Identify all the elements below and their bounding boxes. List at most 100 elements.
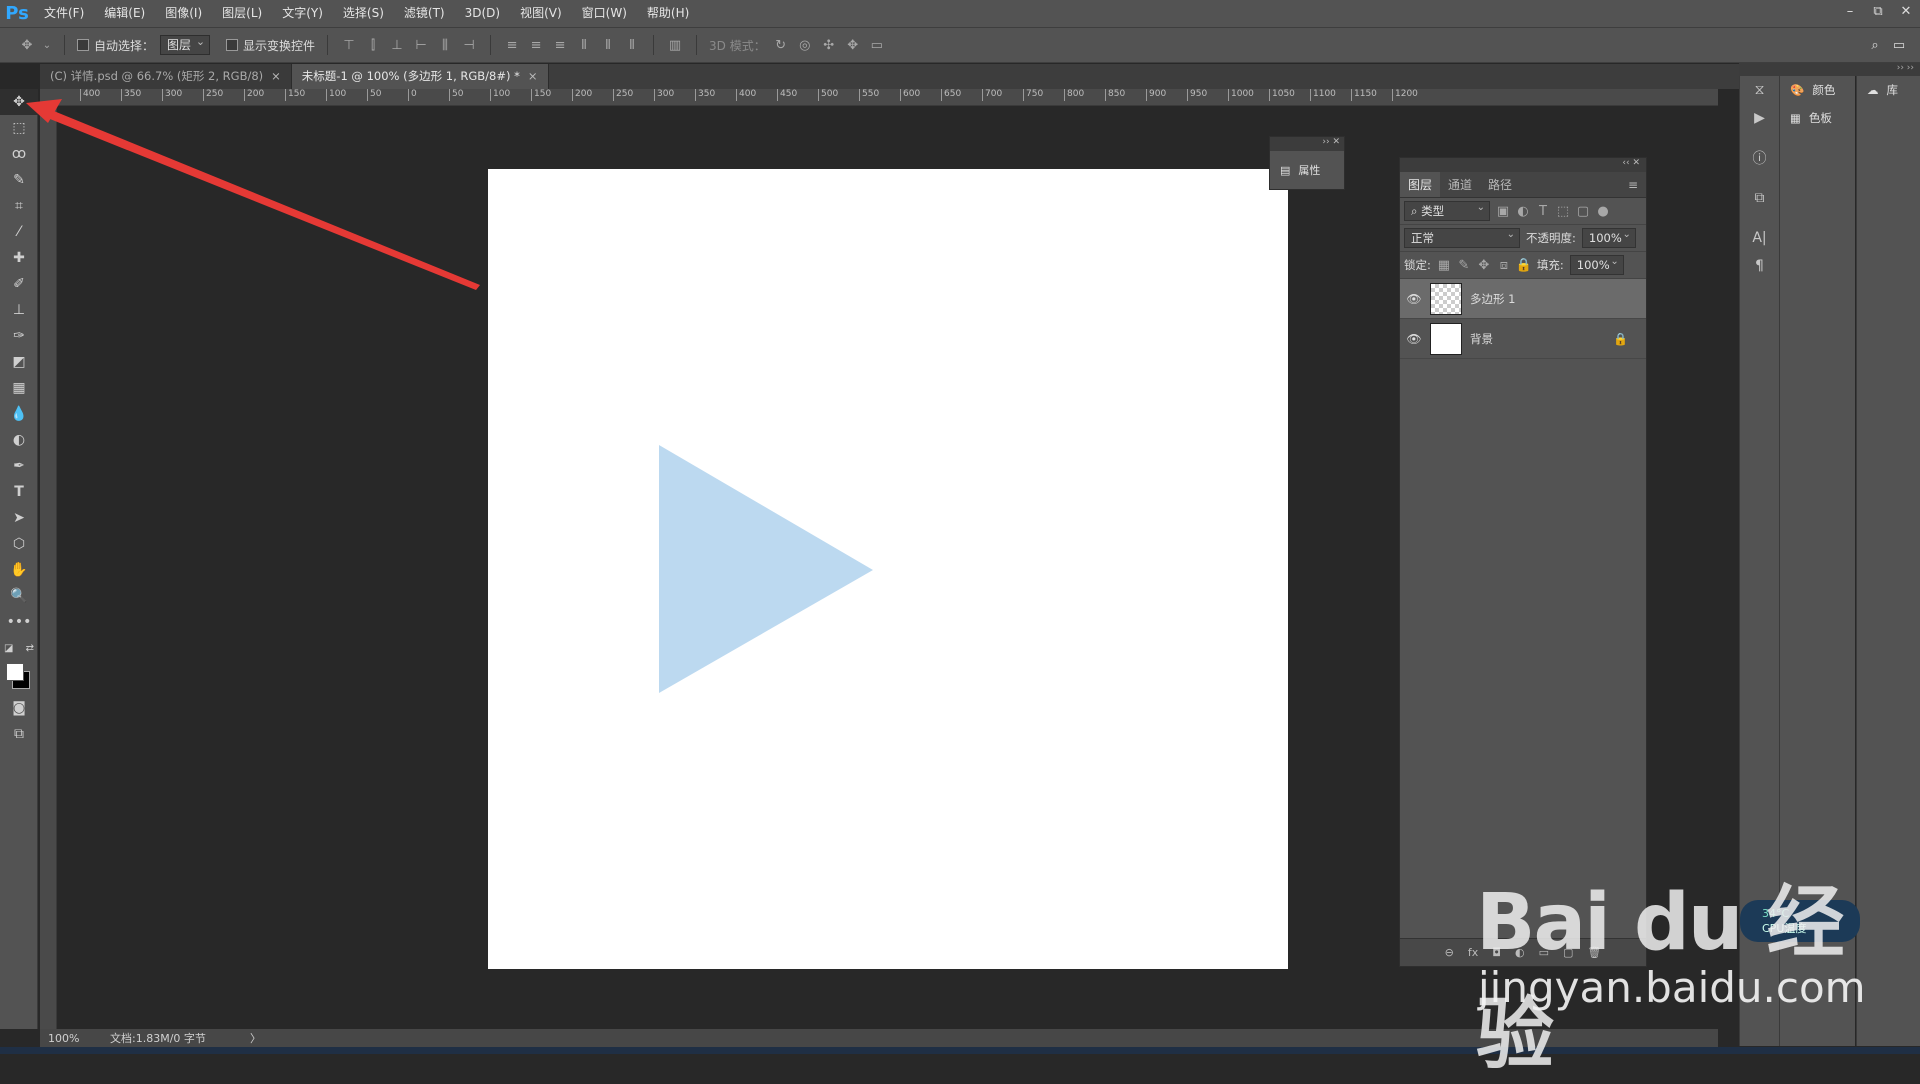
3d-roll-icon[interactable]: ◎ [796,36,814,54]
shape-tool[interactable]: ⬡ [0,531,38,557]
menu-item-2[interactable]: 图像(I) [155,0,212,27]
properties-button[interactable]: ▤ 属性 [1270,151,1344,189]
menu-item-7[interactable]: 3D(D) [455,0,510,27]
blur-tool[interactable]: 💧 [0,401,38,427]
layer-polygon-1[interactable]: 👁 多边形 1 [1400,279,1646,319]
foreground-color-swatch[interactable] [6,663,24,681]
path-selection-tool[interactable]: ➤ [0,505,38,531]
lock-artboard-icon[interactable]: ⧈ [1497,256,1511,274]
blend-mode-dropdown[interactable]: 正常 [1404,226,1520,248]
distribute-left-icon[interactable]: ⦀ [575,36,593,54]
opacity-input[interactable]: 100% [1581,226,1636,248]
hand-tool[interactable]: ✋ [0,557,38,583]
auto-align-icon[interactable]: ▥ [666,36,684,54]
show-transform-checkbox[interactable]: 显示变换控件 [226,37,315,54]
3d-drag-icon[interactable]: ✣ [820,36,838,54]
menu-item-9[interactable]: 窗口(W) [572,0,637,27]
eraser-tool[interactable]: ◩ [0,349,38,375]
color-panel-button[interactable]: 🎨 颜色 [1780,76,1855,104]
distribute-right-icon[interactable]: ⦀ [623,36,641,54]
checkbox-box[interactable] [226,39,239,51]
tab-layers[interactable]: 图层 [1400,172,1441,197]
tab-untitled-1[interactable]: 未标题-1 @ 100% (多边形 1, RGB/8#) * × [291,64,549,89]
3d-rotate-icon[interactable]: ↻ [772,36,790,54]
align-vcenter-icon[interactable]: ⫿ [364,36,382,54]
zoom-tool[interactable]: 🔍 [0,583,38,609]
search-icon[interactable]: ⌕ [1866,36,1884,54]
3d-scale-icon[interactable]: ▭ [868,36,886,54]
minimize-button[interactable]: – [1836,0,1864,22]
filter-smart-object-icon[interactable]: ▢ [1576,202,1590,220]
close-tab-icon[interactable]: × [528,69,538,83]
filter-kind-dropdown[interactable]: ⌕ 类型 [1404,199,1490,221]
menu-item-6[interactable]: 滤镜(T) [394,0,455,27]
tab-paths[interactable]: 路径 [1480,172,1520,197]
align-left-icon[interactable]: ⊢ [412,36,430,54]
swatches-panel-button[interactable]: ▦ 色板 [1780,104,1855,132]
screen-mode-icon[interactable]: ⧉ [0,721,38,747]
history-brush-tool[interactable]: ✑ [0,323,38,349]
align-hcenter-icon[interactable]: ⫼ [436,36,454,54]
close-window-button[interactable]: ✕ [1892,0,1920,22]
quick-mask-icon[interactable]: ◙ [0,695,38,721]
actions-play-icon[interactable]: ▶ [1740,104,1779,132]
pen-tool[interactable]: ✒ [0,453,38,479]
paragraph-icon[interactable]: ¶ [1740,252,1779,280]
panel-menu-icon[interactable]: ≡ [1620,172,1646,197]
filter-shape-icon[interactable]: ⬚ [1556,202,1570,220]
info-icon[interactable]: ⓘ [1740,144,1779,172]
distribute-vcenter-icon[interactable]: ≡ [527,36,545,54]
align-right-icon[interactable]: ⊣ [460,36,478,54]
menu-item-3[interactable]: 图层(L) [212,0,272,27]
dodge-tool[interactable]: ◐ [0,427,38,453]
auto-select-checkbox[interactable]: 自动选择： [77,37,154,54]
type-tool[interactable]: T [0,479,38,505]
move-tool-icon[interactable]: ✥ [18,36,36,54]
menu-item-8[interactable]: 视图(V) [510,0,572,27]
align-top-icon[interactable]: ⊤ [340,36,358,54]
clone-stamp-tool[interactable]: ⊥ [0,297,38,323]
filter-adjustment-icon[interactable]: ◐ [1516,202,1530,220]
workspace-switcher-icon[interactable]: ▭ [1890,36,1908,54]
character-icon[interactable]: A| [1740,224,1779,252]
filter-toggle-icon[interactable]: ● [1596,202,1610,220]
document-canvas[interactable] [488,169,1288,969]
close-tab-icon[interactable]: × [271,69,281,83]
menu-item-5[interactable]: 选择(S) [333,0,394,27]
lock-transparency-icon[interactable]: ▦ [1437,256,1451,274]
color-swatches[interactable] [0,661,37,695]
gradient-tool[interactable]: ▦ [0,375,38,401]
auto-select-dropdown[interactable]: 图层 [160,33,211,55]
align-bottom-icon[interactable]: ⊥ [388,36,406,54]
tool-preset-chevron-icon[interactable]: ⌄ [42,36,52,54]
tab-channels[interactable]: 通道 [1440,172,1480,197]
distribute-hcenter-icon[interactable]: ⦀ [599,36,617,54]
visibility-eye-icon[interactable]: 👁 [1406,332,1422,346]
checkbox-box[interactable] [77,39,89,51]
visibility-eye-icon[interactable]: 👁 [1406,292,1422,306]
menu-item-1[interactable]: 编辑(E) [94,0,155,27]
lock-pixels-icon[interactable]: ✎ [1457,256,1471,274]
menu-item-10[interactable]: 帮助(H) [637,0,699,27]
layer-background[interactable]: 👁 背景 🔒 [1400,319,1646,359]
link-layers-icon[interactable]: ⊖ [1445,946,1454,959]
filter-pixel-icon[interactable]: ▣ [1496,202,1510,220]
polygon-1-shape[interactable] [659,445,873,693]
distribute-bottom-icon[interactable]: ≡ [551,36,569,54]
libraries-panel-button[interactable]: ☁ 库 [1857,76,1920,104]
adjustments-icon[interactable]: ⧉ [1740,184,1779,212]
filter-type-icon[interactable]: T [1536,202,1550,220]
distribute-top-icon[interactable]: ≡ [503,36,521,54]
zoom-level[interactable]: 100% [40,1032,110,1045]
edit-toolbar-icon[interactable]: ••• [0,609,38,635]
menu-item-4[interactable]: 文字(Y) [272,0,333,27]
restore-button[interactable]: ⧉ [1864,0,1892,22]
lock-all-icon[interactable]: 🔒 [1516,256,1532,274]
history-icon[interactable]: ⧖ [1740,76,1779,104]
3d-slide-icon[interactable]: ✥ [844,36,862,54]
menu-item-0[interactable]: 文件(F) [34,0,94,27]
tab-details-psd[interactable]: (C) 详情.psd @ 66.7% (矩形 2, RGB/8) × [40,64,292,89]
status-menu-arrow[interactable]: 〉 [250,1030,261,1046]
swap-colors-icon[interactable]: ◪ ⇄ [0,635,38,661]
fill-input[interactable]: 100% [1569,253,1624,275]
